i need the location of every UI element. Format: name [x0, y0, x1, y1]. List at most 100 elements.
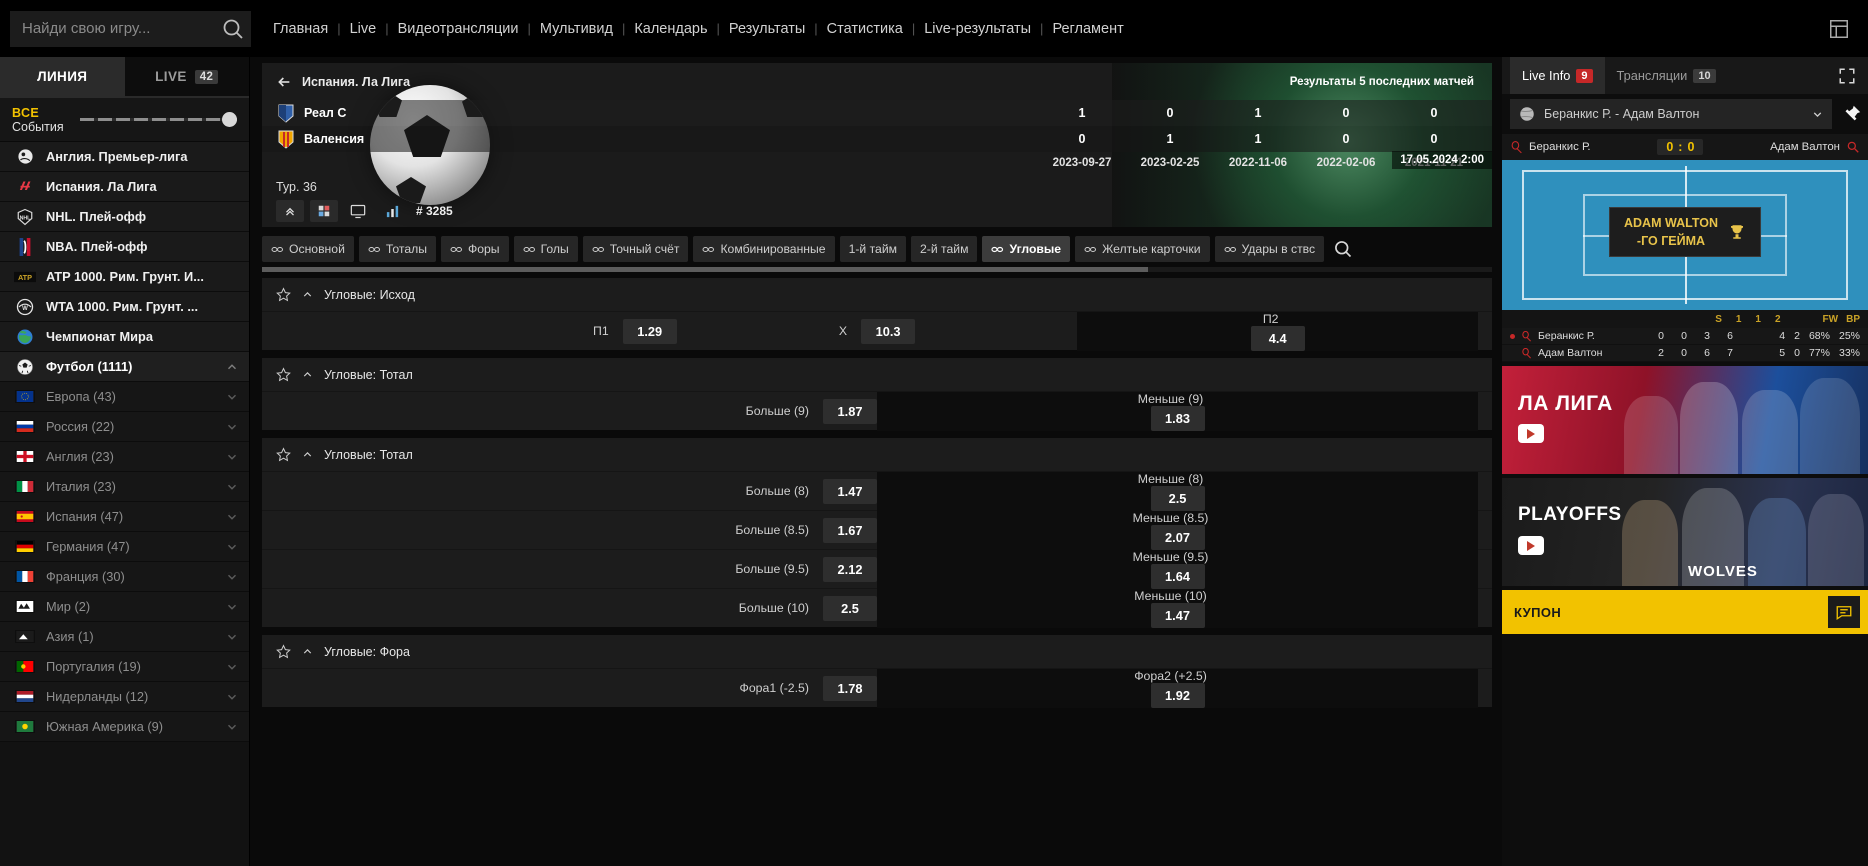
slider-knob[interactable] — [222, 112, 237, 127]
sidebar-item-netherlands[interactable]: Нидерланды (12) — [0, 682, 249, 712]
sidebar-item-germany[interactable]: Германия (47) — [0, 532, 249, 562]
market-tab-combined[interactable]: Комбинированные — [693, 236, 835, 262]
sidebar-item-world-championship[interactable]: Чемпионат Мира — [0, 322, 249, 352]
search-input[interactable] — [22, 20, 221, 37]
market-tab-corners[interactable]: Угловые — [982, 236, 1071, 262]
odds-value[interactable]: 1.64 — [1150, 563, 1205, 589]
chevron-down-icon[interactable] — [225, 510, 239, 524]
odds-value[interactable]: 1.29 — [622, 318, 677, 344]
chevron-down-icon[interactable] — [1811, 108, 1824, 121]
chevron-down-icon[interactable] — [225, 450, 239, 464]
tab-live[interactable]: LIVE 42 — [124, 57, 249, 98]
match-selector[interactable]: Беранкис Р. - Адам Валтон — [1510, 99, 1832, 129]
sidebar-item-premier-league[interactable]: Англия. Премьер-лига — [0, 142, 249, 172]
tab-broadcasts[interactable]: Трансляции 10 — [1605, 57, 1728, 94]
odds-value[interactable]: 2.5 — [1150, 485, 1205, 511]
promo-play-button[interactable] — [1518, 536, 1544, 555]
sidebar-item-south-america[interactable]: Южная Америка (9) — [0, 712, 249, 742]
promo-banner-laliga[interactable]: ЛА ЛИГА — [1502, 366, 1868, 474]
promo-play-button[interactable] — [1518, 424, 1544, 443]
odds-value[interactable]: 1.78 — [823, 675, 877, 701]
odds-cell[interactable]: Меньше (10) 1.47 — [877, 588, 1478, 628]
market-tab-yellow-cards[interactable]: Желтые карточки — [1075, 236, 1210, 262]
favorite-star-icon[interactable] — [276, 367, 291, 382]
chevron-down-icon[interactable] — [225, 720, 239, 734]
odds-value[interactable]: 10.3 — [861, 318, 916, 344]
sidebar-item-spain[interactable]: Испания (47) — [0, 502, 249, 532]
chevron-down-icon[interactable] — [225, 600, 239, 614]
nav-item-0[interactable]: Главная — [264, 21, 337, 37]
favorite-star-icon[interactable] — [276, 447, 291, 462]
odds-cell[interactable]: Фора1 (-2.5) 1.78 — [276, 675, 877, 701]
chevron-down-icon[interactable] — [225, 480, 239, 494]
market-tab-shots-on-target[interactable]: Удары в ствс — [1214, 236, 1325, 262]
chevron-down-icon[interactable] — [225, 630, 239, 644]
sidebar-item-atp[interactable]: ATP ATP 1000. Рим. Грунт. И... — [0, 262, 249, 292]
odds-cell[interactable]: Больше (9) 1.87 — [276, 398, 877, 424]
statistics-bars-icon[interactable] — [378, 200, 406, 222]
odds-cell[interactable]: Меньше (9) 1.83 — [877, 391, 1478, 431]
odds-value[interactable]: 1.47 — [823, 478, 877, 504]
nav-item-7[interactable]: Live-результаты — [915, 21, 1040, 37]
chevron-down-icon[interactable] — [225, 540, 239, 554]
odds-cell[interactable]: П1 1.29 — [276, 318, 677, 344]
broadcast-screen-icon[interactable] — [344, 200, 372, 222]
chevron-down-icon[interactable] — [225, 690, 239, 704]
odds-value[interactable]: 2.12 — [823, 556, 877, 582]
odds-cell[interactable]: X 10.3 — [677, 318, 1078, 344]
odds-cell[interactable]: Меньше (8.5) 2.07 — [877, 510, 1478, 550]
nav-item-3[interactable]: Мультивид — [531, 21, 622, 37]
market-search-icon[interactable] — [1333, 239, 1353, 259]
tab-live-info[interactable]: Live Info 9 — [1510, 57, 1605, 94]
sidebar-item-asia[interactable]: Азия (1) — [0, 622, 249, 652]
sidebar-list[interactable]: Англия. Премьер-лига Испания. Ла Лига NH… — [0, 142, 249, 866]
promo-banner-nba[interactable]: PLAYOFFS WOLVES — [1502, 478, 1868, 586]
sidebar-item-england[interactable]: Англия (23) — [0, 442, 249, 472]
sidebar-item-portugal[interactable]: Португалия (19) — [0, 652, 249, 682]
nav-item-6[interactable]: Статистика — [818, 21, 912, 37]
market-tab-first-half[interactable]: 1-й тайм — [839, 236, 907, 262]
market-tab-correct-score[interactable]: Точный счёт — [582, 236, 689, 262]
nav-item-2[interactable]: Видеотрансляции — [389, 21, 528, 37]
odds-cell[interactable]: Меньше (8) 2.5 — [877, 471, 1478, 511]
odds-cell[interactable]: П2 4.4 — [1077, 311, 1479, 351]
search-magnifier-icon[interactable] — [1846, 140, 1860, 154]
odds-cell[interactable]: Фора2 (+2.5) 1.92 — [877, 668, 1478, 708]
nav-item-5[interactable]: Результаты — [720, 21, 814, 37]
coupon-bar[interactable]: КУПОН — [1502, 590, 1868, 634]
odds-cell[interactable]: Меньше (9.5) 1.64 — [877, 549, 1478, 589]
sidebar-item-europe[interactable]: Европа (43) — [0, 382, 249, 412]
chevron-down-icon[interactable] — [225, 420, 239, 434]
match-league-name[interactable]: Испания. Ла Лига — [302, 75, 410, 89]
sidebar-item-nhl[interactable]: NHL NHL. Плей-офф — [0, 202, 249, 232]
odds-cell[interactable]: Больше (10) 2.5 — [276, 595, 877, 621]
favorite-star-icon[interactable] — [276, 644, 291, 659]
sidebar-item-nba[interactable]: NBA. Плей-офф — [0, 232, 249, 262]
chevron-down-icon[interactable] — [225, 660, 239, 674]
collapse-caret-icon[interactable] — [301, 368, 314, 381]
all-events-row[interactable]: ВСЕ События — [0, 98, 249, 142]
odds-value[interactable]: 4.4 — [1250, 325, 1305, 351]
collapse-caret-icon[interactable] — [301, 288, 314, 301]
events-range-slider[interactable] — [79, 110, 237, 130]
pin-icon[interactable] — [1840, 103, 1862, 125]
market-tab-goals[interactable]: Голы — [513, 236, 578, 262]
market-tab-second-half[interactable]: 2-й тайм — [911, 236, 978, 262]
odds-value[interactable]: 1.47 — [1150, 602, 1205, 628]
market-tabs-scrollbar[interactable] — [262, 267, 1492, 272]
sidebar-item-italy[interactable]: Италия (23) — [0, 472, 249, 502]
sidebar-item-france[interactable]: Франция (30) — [0, 562, 249, 592]
nav-item-1[interactable]: Live — [341, 21, 386, 37]
chevron-down-icon[interactable] — [225, 390, 239, 404]
market-tab-totals[interactable]: Тоталы — [358, 236, 436, 262]
sidebar-item-laliga[interactable]: Испания. Ла Лига — [0, 172, 249, 202]
odds-value[interactable]: 2.5 — [823, 595, 877, 621]
odds-cell[interactable]: Больше (9.5) 2.12 — [276, 556, 877, 582]
odds-value[interactable]: 1.83 — [1150, 405, 1205, 431]
markets-list[interactable]: Угловые: Исход П1 1.29 X 10.3 П2 4.4 Угл… — [262, 278, 1492, 866]
market-tab-handicaps[interactable]: Форы — [440, 236, 509, 262]
odds-value[interactable]: 1.87 — [823, 398, 877, 424]
favorite-star-icon[interactable] — [276, 287, 291, 302]
sidebar-item-russia[interactable]: Россия (22) — [0, 412, 249, 442]
chevron-down-icon[interactable] — [225, 570, 239, 584]
